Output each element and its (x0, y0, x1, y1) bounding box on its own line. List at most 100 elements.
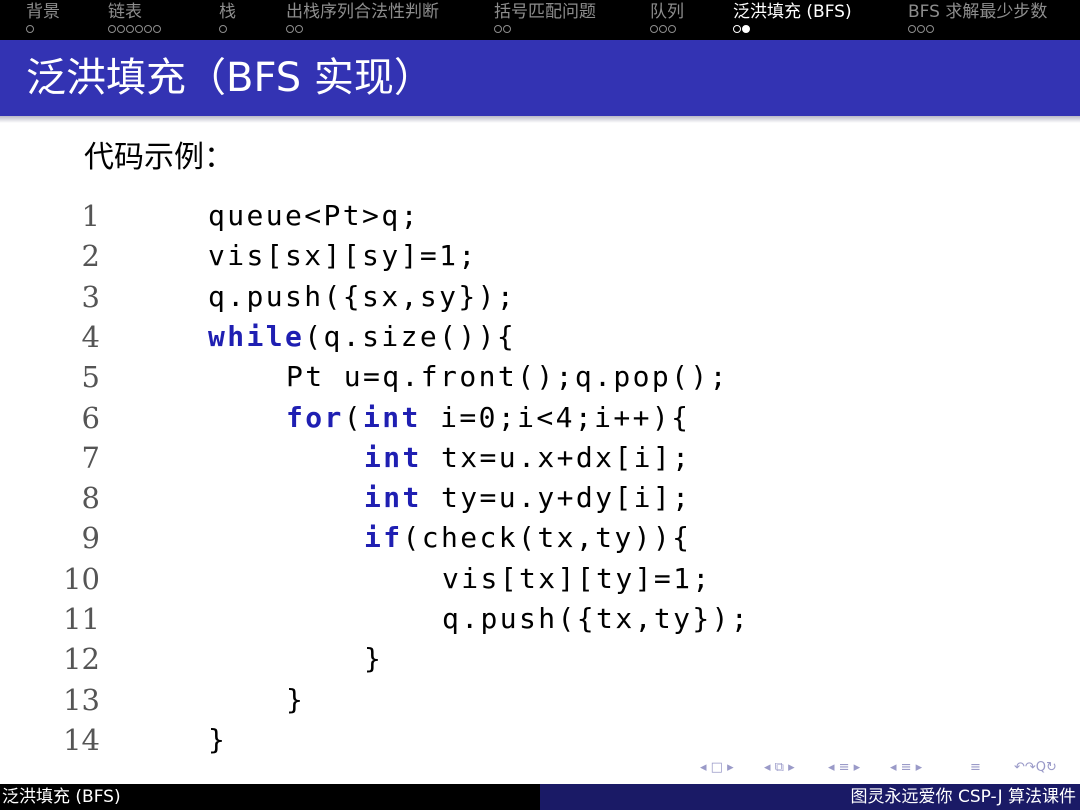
nav-frame-dot[interactable] (135, 25, 143, 33)
nav-section-dots (494, 22, 511, 36)
beamer-nav-symbol-5[interactable]: ↶↷Q↻ (1014, 757, 1057, 779)
footer-section-title: 泛洪填充 (BFS) (2, 787, 121, 807)
code-keyword: int (364, 440, 422, 474)
nav-section-dots (219, 22, 227, 36)
code-text: } (364, 639, 383, 679)
line-number: 6 (81, 400, 100, 435)
nav-frame-dot[interactable] (742, 25, 750, 33)
nav-frame-dot[interactable] (126, 25, 134, 33)
line-number: 7 (81, 440, 100, 475)
nav-section-dots (650, 22, 676, 36)
line-number: 8 (81, 481, 100, 516)
code-token: Pt u=q.front();q.pop(); (286, 360, 729, 394)
nav-section-6[interactable]: 泛洪填充 (BFS) (733, 2, 852, 22)
code-text: q.push({sx,sy}); (208, 277, 516, 317)
nav-section-dots (26, 22, 34, 36)
nav-section-7[interactable]: BFS 求解最少步数 (908, 2, 1047, 22)
code-text: Pt u=q.front();q.pop(); (286, 357, 729, 397)
nav-frame-dot[interactable] (926, 25, 934, 33)
title-shadow (0, 116, 1080, 123)
nav-frame-dot[interactable] (733, 25, 741, 33)
code-text: vis[sx][sy]=1; (208, 236, 478, 276)
code-text: queue<Pt>q; (208, 196, 420, 236)
code-line: 10 vis[tx][ty]=1; (0, 559, 1080, 599)
code-line: 8 int ty=u.y+dy[i]; (0, 478, 1080, 518)
code-token: vis[sx][sy]=1; (208, 239, 478, 273)
slide-title-bar: 泛洪填充（BFS 实现） (0, 40, 1080, 116)
code-line: 9 if(check(tx,ty)){ (0, 518, 1080, 558)
code-text: vis[tx][ty]=1; (442, 559, 712, 599)
code-line: 7 int tx=u.x+dx[i]; (0, 438, 1080, 478)
beamer-nav-symbol-1[interactable]: ◂ ⧉ ▸ (764, 757, 795, 779)
nav-frame-dot[interactable] (153, 25, 161, 33)
nav-section-dots (286, 22, 303, 36)
code-line: 5 Pt u=q.front();q.pop(); (0, 357, 1080, 397)
nav-section-dots (108, 22, 161, 36)
line-number: 11 (63, 602, 100, 636)
line-number: 2 (81, 239, 100, 274)
line-number: 3 (81, 279, 100, 314)
line-number: 4 (81, 319, 100, 354)
nav-section-0[interactable]: 背景 (26, 2, 60, 22)
line-number: 1 (81, 199, 100, 233)
code-line: 14} (0, 720, 1080, 760)
code-text: } (286, 680, 305, 720)
code-keyword: if (364, 521, 403, 555)
code-intro-text: 代码示例： (84, 140, 234, 175)
line-number: 13 (63, 682, 100, 717)
code-token: } (286, 682, 306, 716)
nav-frame-dot[interactable] (917, 25, 925, 33)
nav-frame-dot[interactable] (908, 25, 916, 33)
code-token: } (364, 642, 384, 676)
code-line: 4 while(q.size()){ (0, 317, 1080, 357)
code-text: if(check(tx,ty)){ (364, 518, 691, 558)
nav-frame-dot[interactable] (26, 25, 34, 33)
nav-frame-dot[interactable] (117, 25, 125, 33)
nav-frame-dot[interactable] (108, 25, 116, 33)
beamer-nav-symbol-0[interactable]: ◂ □ ▸ (700, 757, 734, 779)
code-line: 3 q.push({sx,sy}); (0, 277, 1080, 317)
nav-section-5[interactable]: 队列 (650, 2, 684, 22)
code-line: 12} (0, 639, 1080, 679)
footer-right-bar: 图灵永远爱你 CSP-J 算法课件 (540, 784, 1080, 810)
nav-section-dots (908, 22, 934, 36)
nav-frame-dot[interactable] (668, 25, 676, 33)
code-token: i=0;i<4;i++){ (420, 400, 691, 434)
nav-frame-dot[interactable] (494, 25, 502, 33)
beamer-nav-symbol-2[interactable]: ◂ ≡ ▸ (828, 757, 860, 779)
code-token: tx=u.x+dx[i]; (421, 440, 692, 474)
nav-section-4[interactable]: 括号匹配问题 (494, 2, 596, 22)
code-line: 2 vis[sx][sy]=1; (0, 236, 1080, 276)
code-keyword: for (286, 400, 344, 434)
nav-frame-dot[interactable] (659, 25, 667, 33)
beamer-nav-symbol-4[interactable]: ≡ (970, 757, 981, 779)
nav-section-dots (733, 22, 750, 36)
code-token: ty=u.y+dy[i]; (421, 481, 692, 515)
nav-section-3[interactable]: 出栈序列合法性判断 (286, 2, 439, 22)
footer-course-title: 图灵永远爱你 CSP-J 算法课件 (850, 787, 1076, 807)
code-keyword: int (363, 400, 421, 434)
nav-frame-dot[interactable] (144, 25, 152, 33)
code-token: (check(tx,ty)){ (402, 521, 692, 555)
code-token: (q.size()){ (304, 319, 517, 353)
nav-section-1[interactable]: 链表 (108, 2, 142, 22)
nav-frame-dot[interactable] (295, 25, 303, 33)
code-keyword: while (208, 319, 305, 353)
nav-section-2[interactable]: 栈 (219, 2, 236, 22)
slide-title: 泛洪填充（BFS 实现） (26, 55, 434, 101)
code-token: q.push({sx,sy}); (208, 279, 517, 313)
code-token: vis[tx][ty]=1; (442, 561, 712, 595)
nav-frame-dot[interactable] (286, 25, 294, 33)
line-number: 12 (63, 642, 100, 677)
nav-frame-dot[interactable] (650, 25, 658, 33)
line-number: 10 (63, 561, 100, 596)
code-text: while(q.size()){ (208, 317, 516, 357)
line-number: 5 (81, 360, 100, 395)
code-token: q.push({tx,ty}); (442, 602, 751, 635)
code-text: int ty=u.y+dy[i]; (364, 478, 691, 518)
nav-frame-dot[interactable] (219, 25, 227, 33)
beamer-nav-symbol-3[interactable]: ◂ ≡ ▸ (890, 757, 922, 779)
code-line: 11 q.push({tx,ty}); (0, 599, 1080, 639)
nav-frame-dot[interactable] (503, 25, 511, 33)
code-keyword: int (364, 481, 422, 515)
